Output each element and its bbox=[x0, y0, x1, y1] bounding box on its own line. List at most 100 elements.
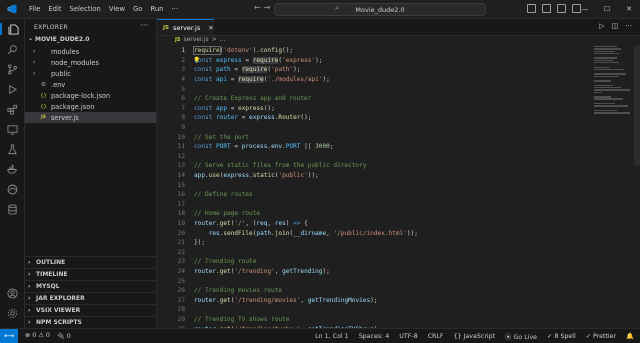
ports-indicator[interactable]: 🔌 0 bbox=[57, 332, 71, 340]
line-endings[interactable]: CRLF bbox=[428, 333, 444, 340]
files-icon[interactable] bbox=[0, 23, 24, 35]
problems-indicator[interactable]: ⊗ 0 ⚠ 0 bbox=[25, 332, 50, 340]
extensions-icon[interactable] bbox=[6, 103, 18, 115]
code-editor[interactable]: 1 require('dotenv').config(); 2 const expre… bbox=[157, 46, 597, 328]
run-debug-icon[interactable] bbox=[6, 83, 18, 95]
code-line[interactable]: 9 bbox=[157, 123, 597, 133]
file-tree-item[interactable]: JS server.js bbox=[25, 112, 156, 123]
docker-icon[interactable] bbox=[6, 163, 18, 175]
code-line[interactable]: 14 app.use(express.static('public')); bbox=[157, 171, 597, 181]
file-tree-item[interactable]: › public bbox=[25, 68, 156, 79]
file-tree-item[interactable]: {} package.json bbox=[25, 101, 156, 112]
code-line[interactable]: 11 const PORT = process.env.PORT || 3000; bbox=[157, 142, 597, 152]
code-line[interactable]: 27 router.get('/trending/movies', getTren… bbox=[157, 295, 597, 305]
code-line[interactable]: 10 // Set the port bbox=[157, 132, 597, 142]
more-actions-icon[interactable]: ··· bbox=[625, 22, 632, 30]
close-icon[interactable]: ✕ bbox=[618, 5, 640, 13]
go-live-button[interactable]: ⦿ Go Live bbox=[505, 332, 537, 341]
code-line[interactable]: 4 const api = require('./modules/api'); bbox=[157, 75, 597, 85]
forward-arrow-icon[interactable]: → bbox=[264, 3, 274, 12]
menu-item-[interactable]: ··· bbox=[168, 5, 182, 13]
breadcrumb-file[interactable]: server.js bbox=[183, 36, 208, 43]
menu-item-file[interactable]: File bbox=[25, 5, 44, 13]
remote-explorer-icon[interactable] bbox=[6, 123, 18, 135]
toggle-sidebar-icon[interactable] bbox=[527, 4, 536, 13]
file-tree-item[interactable]: › modules bbox=[25, 46, 156, 57]
section-outline[interactable]: › OUTLINE bbox=[25, 256, 156, 268]
indentation[interactable]: Spaces: 4 bbox=[359, 333, 390, 340]
database-icon[interactable] bbox=[6, 203, 18, 215]
split-editor-icon[interactable]: ◫ bbox=[612, 22, 619, 30]
code-line[interactable]: 13 // Serve static files from the public … bbox=[157, 161, 597, 171]
section-mysql[interactable]: › MYSQL bbox=[25, 280, 156, 292]
close-tab-icon[interactable]: ✕ bbox=[208, 24, 213, 32]
menu-item-selection[interactable]: Selection bbox=[66, 5, 105, 13]
code-line[interactable]: 3 const path = require('path'); bbox=[157, 65, 597, 75]
code-line[interactable]: 18 // Home page route bbox=[157, 209, 597, 219]
code-line[interactable]: 2 const express = require('express'); 💡 bbox=[157, 56, 597, 66]
code-line[interactable]: 8 const router = express.Router(); bbox=[157, 113, 597, 123]
code-line[interactable]: 16 // Define routes bbox=[157, 190, 597, 200]
lightbulb-icon[interactable]: 💡 bbox=[193, 57, 200, 64]
command-center-search[interactable]: ⌕ Movie_dude2.0 bbox=[274, 3, 486, 16]
prettier-status[interactable]: ✓ Prettier bbox=[586, 333, 616, 340]
line-number: 12 bbox=[177, 152, 185, 160]
project-folder-header[interactable]: ⌄ MOVIE_DUDE2.0 bbox=[25, 35, 156, 45]
minimap[interactable] bbox=[594, 46, 632, 128]
code-line[interactable]: 23 // Trending route bbox=[157, 257, 597, 267]
settings-icon[interactable] bbox=[6, 307, 18, 319]
testing-icon[interactable] bbox=[6, 143, 18, 155]
code-line[interactable]: 5 bbox=[157, 84, 597, 94]
code-line[interactable]: 12 bbox=[157, 152, 597, 162]
chevron-right-icon: › bbox=[33, 59, 36, 66]
source-control-icon[interactable] bbox=[6, 63, 18, 75]
encoding[interactable]: UTF-8 bbox=[399, 333, 417, 340]
code-line[interactable]: 17 bbox=[157, 200, 597, 210]
toggle-secondary-sidebar-icon[interactable] bbox=[557, 4, 566, 13]
code-line[interactable]: 28 bbox=[157, 305, 597, 315]
back-arrow-icon[interactable]: ← bbox=[254, 3, 264, 12]
minimize-icon[interactable]: — bbox=[574, 5, 596, 13]
line-number: 21 bbox=[177, 239, 185, 247]
editor-scrollbar[interactable] bbox=[634, 46, 640, 166]
menu-item-view[interactable]: View bbox=[105, 5, 129, 13]
file-tree-item[interactable]: ⚙ .env bbox=[25, 79, 156, 90]
file-tree-item[interactable]: {} package-lock.json bbox=[25, 90, 156, 101]
code-line[interactable]: 22 bbox=[157, 247, 597, 257]
notifications-icon[interactable]: 🔔 bbox=[626, 332, 634, 340]
code-line[interactable]: 25 bbox=[157, 276, 597, 286]
menu-item-go[interactable]: Go bbox=[129, 5, 146, 13]
chevron-right-icon: › bbox=[28, 271, 31, 278]
run-file-icon[interactable]: ▷ bbox=[599, 22, 604, 30]
spell-checker[interactable]: ✓ 8 Spell bbox=[547, 333, 576, 340]
code-line[interactable]: 21}); bbox=[157, 238, 597, 248]
account-icon[interactable] bbox=[6, 287, 18, 299]
tab-server-js[interactable]: JS server.js ✕ bbox=[157, 19, 214, 35]
section-vsix-viewer[interactable]: › VSIX VIEWER bbox=[25, 304, 156, 316]
code-line[interactable]: 15 bbox=[157, 180, 597, 190]
section-timeline[interactable]: › TIMELINE bbox=[25, 268, 156, 280]
code-line[interactable]: 29 // Trending TV shows route bbox=[157, 315, 597, 325]
code-line[interactable]: 6 // Create Express app and router bbox=[157, 94, 597, 104]
edge-icon[interactable] bbox=[6, 183, 18, 195]
language-mode[interactable]: {} JavaScript bbox=[454, 333, 496, 340]
remote-indicator-icon[interactable]: ⟷ bbox=[0, 329, 18, 343]
code-line[interactable]: 24 router.get('/trending', getTrending); bbox=[157, 267, 597, 277]
code-line[interactable]: 19 router.get('/', (req, res) => { bbox=[157, 219, 597, 229]
breadcrumb-symbol[interactable]: ... bbox=[220, 36, 226, 43]
menu-item-edit[interactable]: Edit bbox=[44, 5, 65, 13]
search-icon[interactable] bbox=[6, 43, 18, 55]
section-jar-explorer[interactable]: › JAR EXPLORER bbox=[25, 292, 156, 304]
code-line[interactable]: 20 res.sendFile(path.join(__dirname, '/p… bbox=[157, 228, 597, 238]
menu-item-run[interactable]: Run bbox=[146, 5, 167, 13]
maximize-icon[interactable]: ☐ bbox=[596, 5, 618, 13]
more-actions-icon[interactable]: ··· bbox=[140, 21, 148, 30]
cursor-position[interactable]: Ln 1, Col 1 bbox=[315, 333, 349, 340]
code-line[interactable]: 7 const app = express(); bbox=[157, 104, 597, 114]
toggle-panel-icon[interactable] bbox=[542, 4, 551, 13]
code-line[interactable]: 1 require('dotenv').config(); bbox=[157, 46, 597, 56]
section-npm-scripts[interactable]: › NPM SCRIPTS bbox=[25, 316, 156, 328]
code-text: res.sendFile(path.join(__dirname, '/publ… bbox=[208, 229, 418, 237]
file-tree-item[interactable]: › node_modules bbox=[25, 57, 156, 68]
code-line[interactable]: 26 // Trending movies route bbox=[157, 286, 597, 296]
